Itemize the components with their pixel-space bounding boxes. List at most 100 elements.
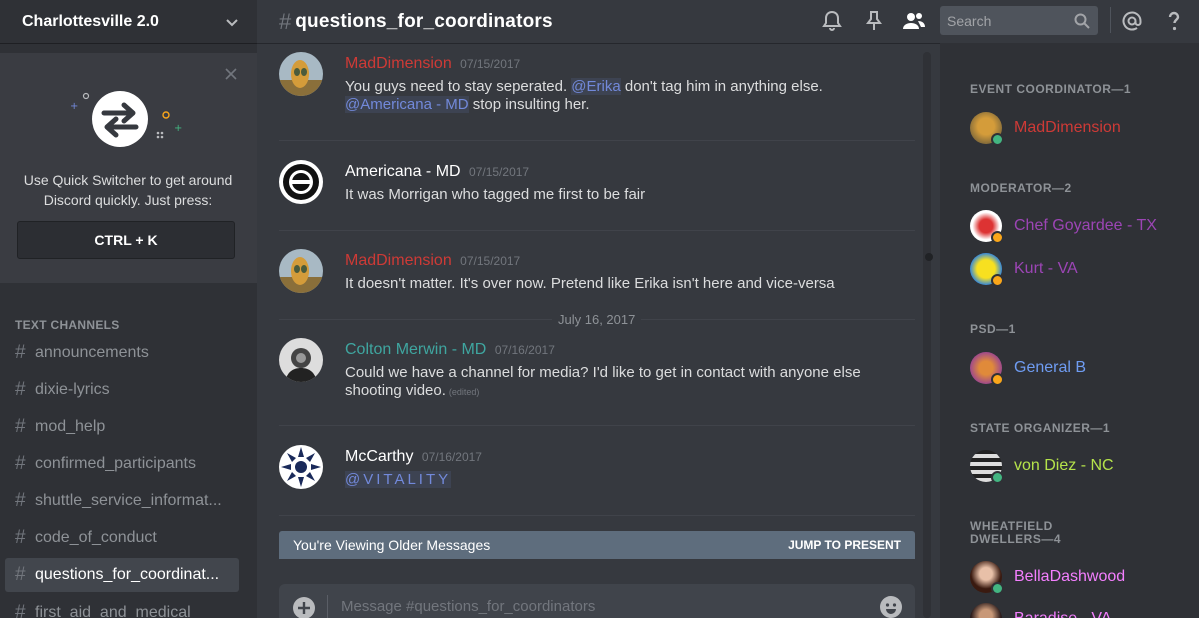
hash-icon: #: [15, 342, 26, 363]
message-body: Colton Merwin - MD 07/16/2017 Could we h…: [345, 341, 905, 401]
avatar: [970, 112, 1004, 146]
channel-label: confirmed_participants: [35, 455, 196, 472]
avatar[interactable]: [279, 249, 323, 293]
hash-icon: #: [15, 564, 26, 585]
edited-label: (edited): [448, 387, 480, 397]
member-item[interactable]: BellaDashwood: [970, 559, 1190, 595]
date-divider-label: July 16, 2017: [552, 312, 642, 327]
text-channels-header[interactable]: TEXT CHANNELS: [15, 318, 120, 332]
channel-shuttle-service[interactable]: # shuttle_service_informat...: [5, 484, 239, 518]
message-author[interactable]: MadDimension: [345, 55, 452, 72]
channel-first-aid[interactable]: # first_aid_and_medical: [5, 596, 239, 618]
message-text: @VITALITY: [345, 471, 905, 489]
message-list[interactable]: MadDimension 07/15/2017 You guys need to…: [257, 43, 937, 618]
role-mention[interactable]: @VITALITY: [345, 471, 452, 488]
avatar: [970, 210, 1004, 244]
hash-icon: #: [15, 490, 26, 511]
avatar[interactable]: [279, 160, 323, 204]
role-header: PSD—1: [970, 322, 1016, 336]
message-text: You guys need to stay seperated. @Erika …: [345, 78, 905, 114]
avatar[interactable]: [279, 52, 323, 96]
message-text-line2: shooting video.: [345, 382, 446, 399]
channel-code-of-conduct[interactable]: # code_of_conduct: [5, 521, 239, 555]
channel-label: first_aid_and_medical: [35, 604, 191, 618]
member-item[interactable]: Baradise - VA: [970, 601, 1190, 618]
member-name: MadDimension: [1014, 119, 1121, 136]
avatar: [970, 450, 1004, 484]
help-icon[interactable]: [1162, 9, 1186, 33]
message-input[interactable]: Message #questions_for_coordinators: [341, 598, 861, 615]
message-separator: [279, 515, 915, 516]
role-header: MODERATOR—2: [970, 181, 1072, 195]
quick-switcher-shortcut-button[interactable]: CTRL + K: [17, 221, 235, 259]
older-messages-text: You're Viewing Older Messages: [293, 537, 491, 553]
message-body: McCarthy 07/16/2017 @VITALITY: [345, 448, 905, 489]
quick-switcher-text-line1: Use Quick Switcher to get around: [23, 172, 233, 188]
message-composer[interactable]: Message #questions_for_coordinators: [279, 584, 915, 618]
user-mention[interactable]: @Americana - MD: [345, 96, 469, 113]
search-icon: [1074, 13, 1090, 29]
channel-header: # questions_for_coordinators Search: [257, 0, 1199, 43]
avatar[interactable]: [279, 338, 323, 382]
member-item[interactable]: Kurt - VA: [970, 251, 1190, 287]
channel-title: questions_for_coordinators: [295, 10, 553, 32]
jump-to-present-button[interactable]: JUMP TO PRESENT: [788, 538, 901, 552]
channel-announcements[interactable]: # announcements: [5, 336, 239, 370]
quick-switcher-promo: + + Use Quick Switcher to get around Dis…: [0, 53, 257, 283]
mention-icon[interactable]: [1120, 9, 1144, 33]
channel-dixie-lyrics[interactable]: # dixie-lyrics: [5, 373, 239, 407]
pin-icon[interactable]: [862, 9, 886, 33]
channel-mod-help[interactable]: # mod_help: [5, 410, 239, 444]
idle-status-icon: [991, 231, 1004, 244]
channel-label: announcements: [35, 344, 149, 361]
avatar: [970, 603, 1002, 618]
quick-switcher-illustration: + +: [70, 91, 182, 147]
member-list: EVENT COORDINATOR—1 MadDimension MODERAT…: [940, 43, 1199, 618]
channel-sidebar: Charlottesville 2.0 + + Use Quick Switch…: [0, 0, 257, 618]
quick-switcher-text-line2: Discord quickly. Just press:: [43, 192, 213, 208]
member-name: Kurt - VA: [1014, 260, 1078, 277]
message-author[interactable]: Colton Merwin - MD: [345, 341, 486, 358]
add-attachment-icon[interactable]: [292, 596, 316, 618]
member-name: BellaDashwood: [1014, 568, 1126, 585]
channel-questions-for-coordinators[interactable]: # questions_for_coordinat...: [5, 558, 239, 592]
guild-header[interactable]: Charlottesville 2.0: [0, 0, 257, 43]
close-icon[interactable]: [223, 66, 239, 82]
bell-icon[interactable]: [820, 9, 844, 33]
user-mention[interactable]: @Erika: [571, 78, 621, 95]
hash-icon: #: [279, 8, 292, 34]
avatar[interactable]: [279, 445, 323, 489]
channel-label: dixie-lyrics: [35, 381, 110, 398]
channel-confirmed-participants[interactable]: # confirmed_participants: [5, 447, 239, 481]
message-text: It doesn't matter. It's over now. Preten…: [345, 275, 835, 292]
emoji-icon[interactable]: [879, 595, 903, 618]
member-name: Baradise - VA: [1014, 610, 1112, 618]
avatar: [970, 352, 1004, 386]
quick-switcher-text: Use Quick Switcher to get around Discord…: [12, 170, 244, 210]
chevron-down-icon[interactable]: [224, 14, 240, 30]
message-separator: [279, 425, 915, 426]
hash-icon: #: [15, 379, 26, 400]
member-name: Chef Goyardee - TX: [1014, 217, 1157, 234]
scrollbar-thumb[interactable]: [925, 253, 933, 261]
message-text: It was Morrigan who tagged me first to b…: [345, 186, 646, 203]
channel-label: shuttle_service_informat...: [35, 492, 222, 509]
role-header: EVENT COORDINATOR—1: [970, 82, 1132, 96]
members-icon[interactable]: [902, 9, 926, 33]
message-scrollbar[interactable]: [923, 52, 931, 618]
message-author[interactable]: McCarthy: [345, 448, 413, 465]
member-name: von Diez - NC: [1014, 457, 1114, 474]
hash-icon: #: [15, 416, 26, 437]
member-item[interactable]: MadDimension: [970, 110, 1190, 146]
channel-label: mod_help: [35, 418, 106, 435]
member-item[interactable]: Chef Goyardee - TX: [970, 208, 1190, 244]
message-author[interactable]: MadDimension: [345, 252, 452, 269]
member-item[interactable]: General B: [970, 350, 1190, 386]
older-messages-bar: You're Viewing Older Messages JUMP TO PR…: [279, 531, 915, 559]
member-item[interactable]: von Diez - NC: [970, 448, 1190, 484]
hash-icon: #: [15, 453, 26, 474]
search-input[interactable]: Search: [940, 6, 1098, 35]
composer-divider: [327, 595, 328, 618]
online-status-icon: [991, 133, 1004, 146]
message-author[interactable]: Americana - MD: [345, 163, 461, 180]
